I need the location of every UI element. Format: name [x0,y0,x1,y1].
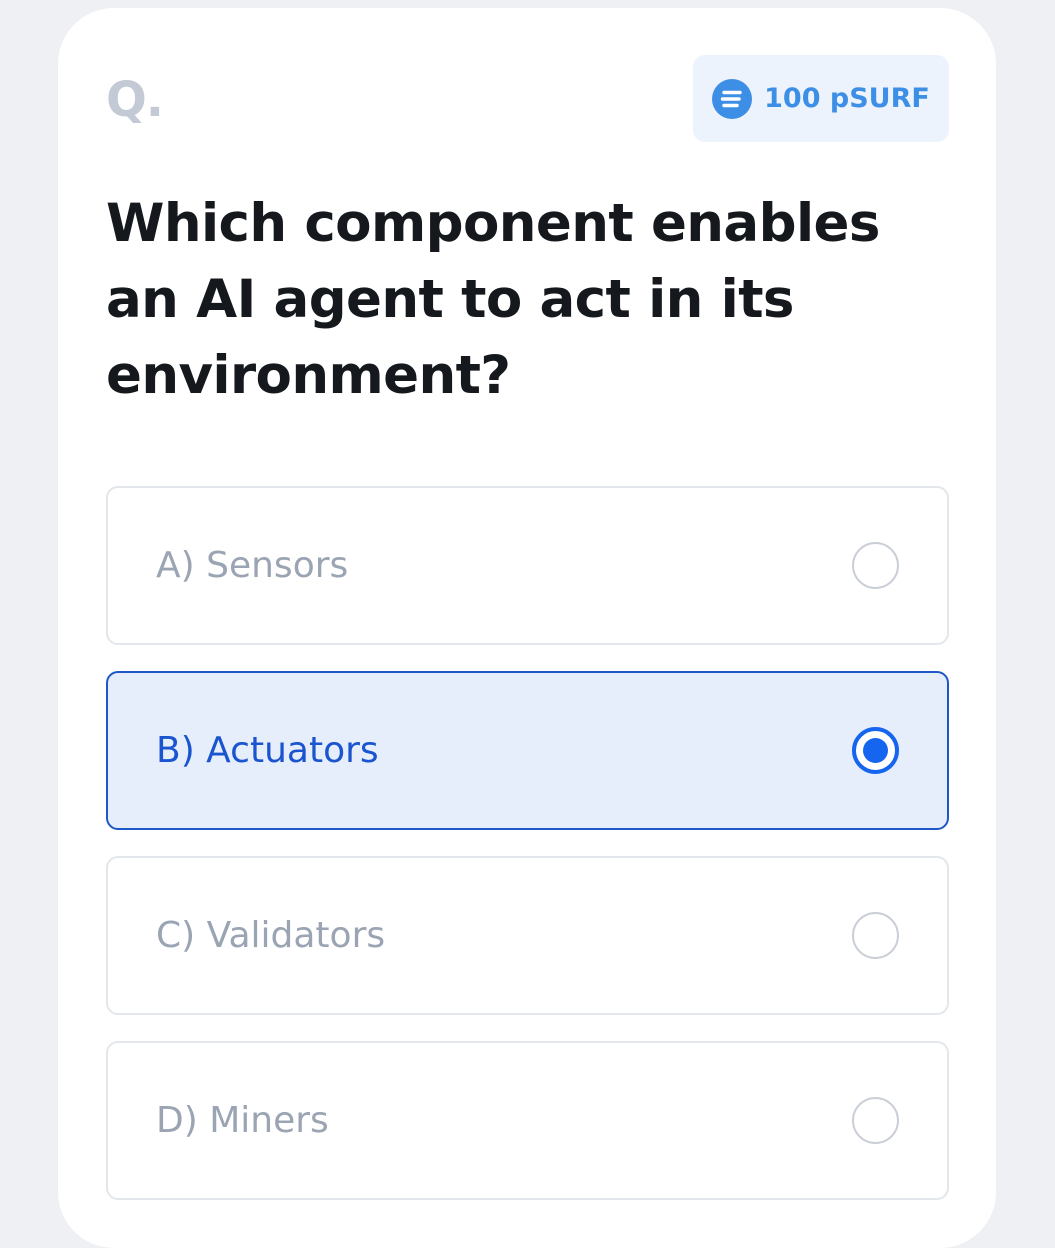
option-c[interactable]: C) Validators [106,856,949,1015]
option-label: D) Miners [156,1099,329,1141]
answer-options: A) Sensors B) Actuators C) Validators D)… [106,486,949,1226]
radio-button[interactable] [852,1097,899,1144]
option-label: A) Sensors [156,544,349,586]
question-text: Which component enables an AI agent to a… [106,193,880,406]
radio-button[interactable] [852,912,899,959]
reward-badge: 100 pSURF [693,55,949,142]
option-label: C) Validators [156,914,386,956]
option-a[interactable]: A) Sensors [106,486,949,645]
option-d[interactable]: D) Miners [106,1041,949,1200]
question-prefix: Q. [106,72,164,128]
coin-icon [712,78,753,119]
option-b[interactable]: B) Actuators [106,671,949,830]
radio-dot [863,738,888,763]
radio-button[interactable] [852,727,899,774]
radio-button[interactable] [852,542,899,589]
question-card: Q. 100 pSURF Which component enables an … [58,8,996,1248]
option-label: B) Actuators [156,729,379,771]
reward-amount: 100 pSURF [764,82,930,114]
